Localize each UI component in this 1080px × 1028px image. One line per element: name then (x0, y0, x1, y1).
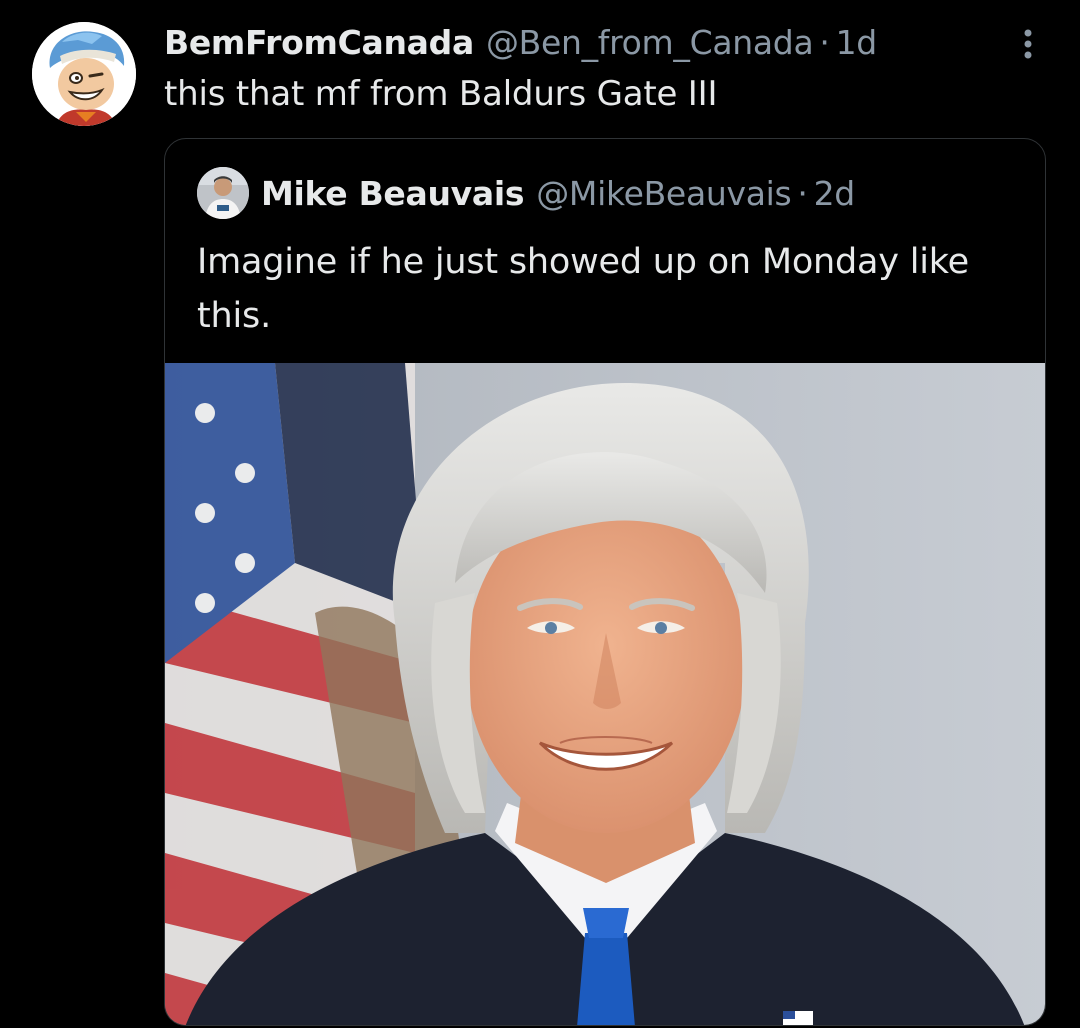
quoted-tweet-image[interactable] (165, 363, 1045, 1025)
quoted-separator-dot: · (797, 173, 808, 213)
quoted-author-name[interactable]: Mike Beauvais (261, 174, 525, 213)
quoted-tweet-timestamp[interactable]: 2d (814, 174, 856, 213)
quoted-tweet-header: Mike Beauvais @MikeBeauvais · 2d (261, 171, 855, 215)
quoted-author-handle[interactable]: @MikeBeauvais (536, 174, 791, 213)
author-name[interactable]: BemFromCanada (164, 23, 474, 62)
tweet-timestamp[interactable]: 1d (836, 23, 878, 62)
quoted-tweet-card[interactable]: Mike Beauvais @MikeBeauvais · 2d Imagine… (164, 138, 1046, 1026)
quoted-author-avatar[interactable] (197, 167, 249, 219)
more-options-button[interactable] (1008, 22, 1048, 66)
more-vertical-icon (1024, 29, 1032, 59)
tweet-header: BemFromCanada @Ben_from_Canada · 1d (164, 20, 877, 64)
separator-dot: · (819, 22, 830, 62)
author-handle[interactable]: @Ben_from_Canada (486, 23, 814, 62)
tweet: BemFromCanada @Ben_from_Canada · 1d this… (0, 0, 1080, 1028)
quoted-tweet-text: Imagine if he just showed up on Monday l… (197, 242, 969, 336)
tweet-text: this that mf from Baldurs Gate III (164, 74, 718, 114)
author-avatar[interactable] (32, 22, 136, 126)
